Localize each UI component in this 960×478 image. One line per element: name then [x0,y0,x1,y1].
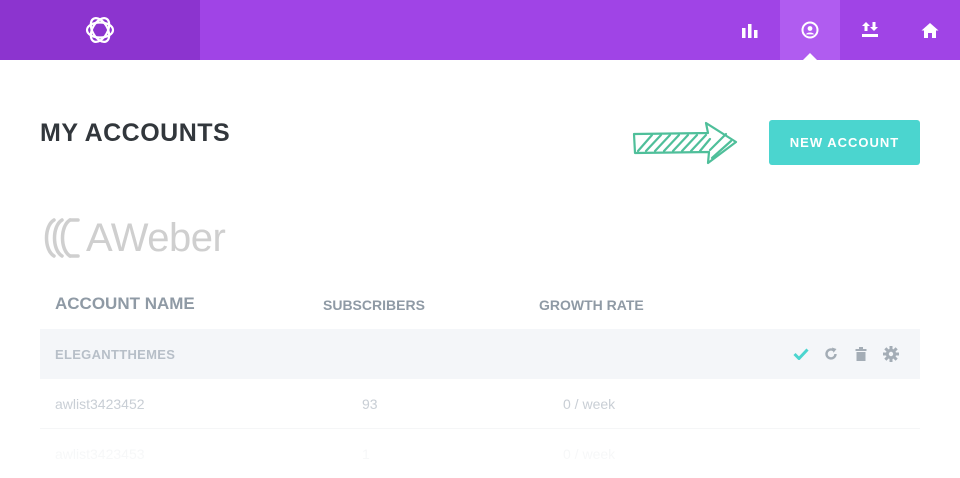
import-export-icon [862,22,878,37]
gear-icon[interactable] [876,345,906,363]
provider-name: AWeber [86,216,226,260]
column-header-account-name: ACCOUNT NAME [55,294,195,313]
table-row: awlist3423453 1 0 / week [40,429,920,478]
account-group-name: ELEGANTTHEMES [55,347,176,362]
column-header-growth-rate: GROWTH RATE [539,297,644,313]
provider-logo: AWeber [40,216,226,260]
top-nav [720,0,960,60]
table-row: awlist3423452 93 0 / week [40,379,920,429]
nav-home-button[interactable] [900,0,960,60]
top-bar [0,0,960,60]
subscribers-cell: 93 [362,396,378,412]
new-account-button[interactable]: NEW ACCOUNT [769,120,920,165]
column-header-subscribers: SUBSCRIBERS [323,297,425,313]
account-group-row: ELEGANTTHEMES [40,329,920,379]
nav-stats-button[interactable] [720,0,780,60]
account-group-actions [786,345,906,363]
user-circle-icon [801,21,819,39]
list-name-cell: awlist3423452 [55,396,145,412]
list-name-cell: awlist3423453 [55,446,145,462]
check-icon[interactable] [786,345,816,363]
app-logo[interactable] [0,0,200,60]
page-title: MY ACCOUNTS [40,119,231,147]
nav-import-export-button[interactable] [840,0,900,60]
home-icon [921,22,939,38]
hand-drawn-arrow-icon [632,121,738,165]
growth-rate-cell: 0 / week [563,396,616,412]
bar-chart-icon [742,24,758,38]
growth-rate-cell: 0 / week [563,446,616,462]
aweber-logo-icon [44,218,80,258]
trash-icon[interactable] [846,345,876,363]
subscribers-cell: 1 [362,446,370,462]
nav-accounts-button[interactable] [780,0,840,60]
bloom-logo-icon [85,17,115,43]
refresh-icon[interactable] [816,345,846,363]
